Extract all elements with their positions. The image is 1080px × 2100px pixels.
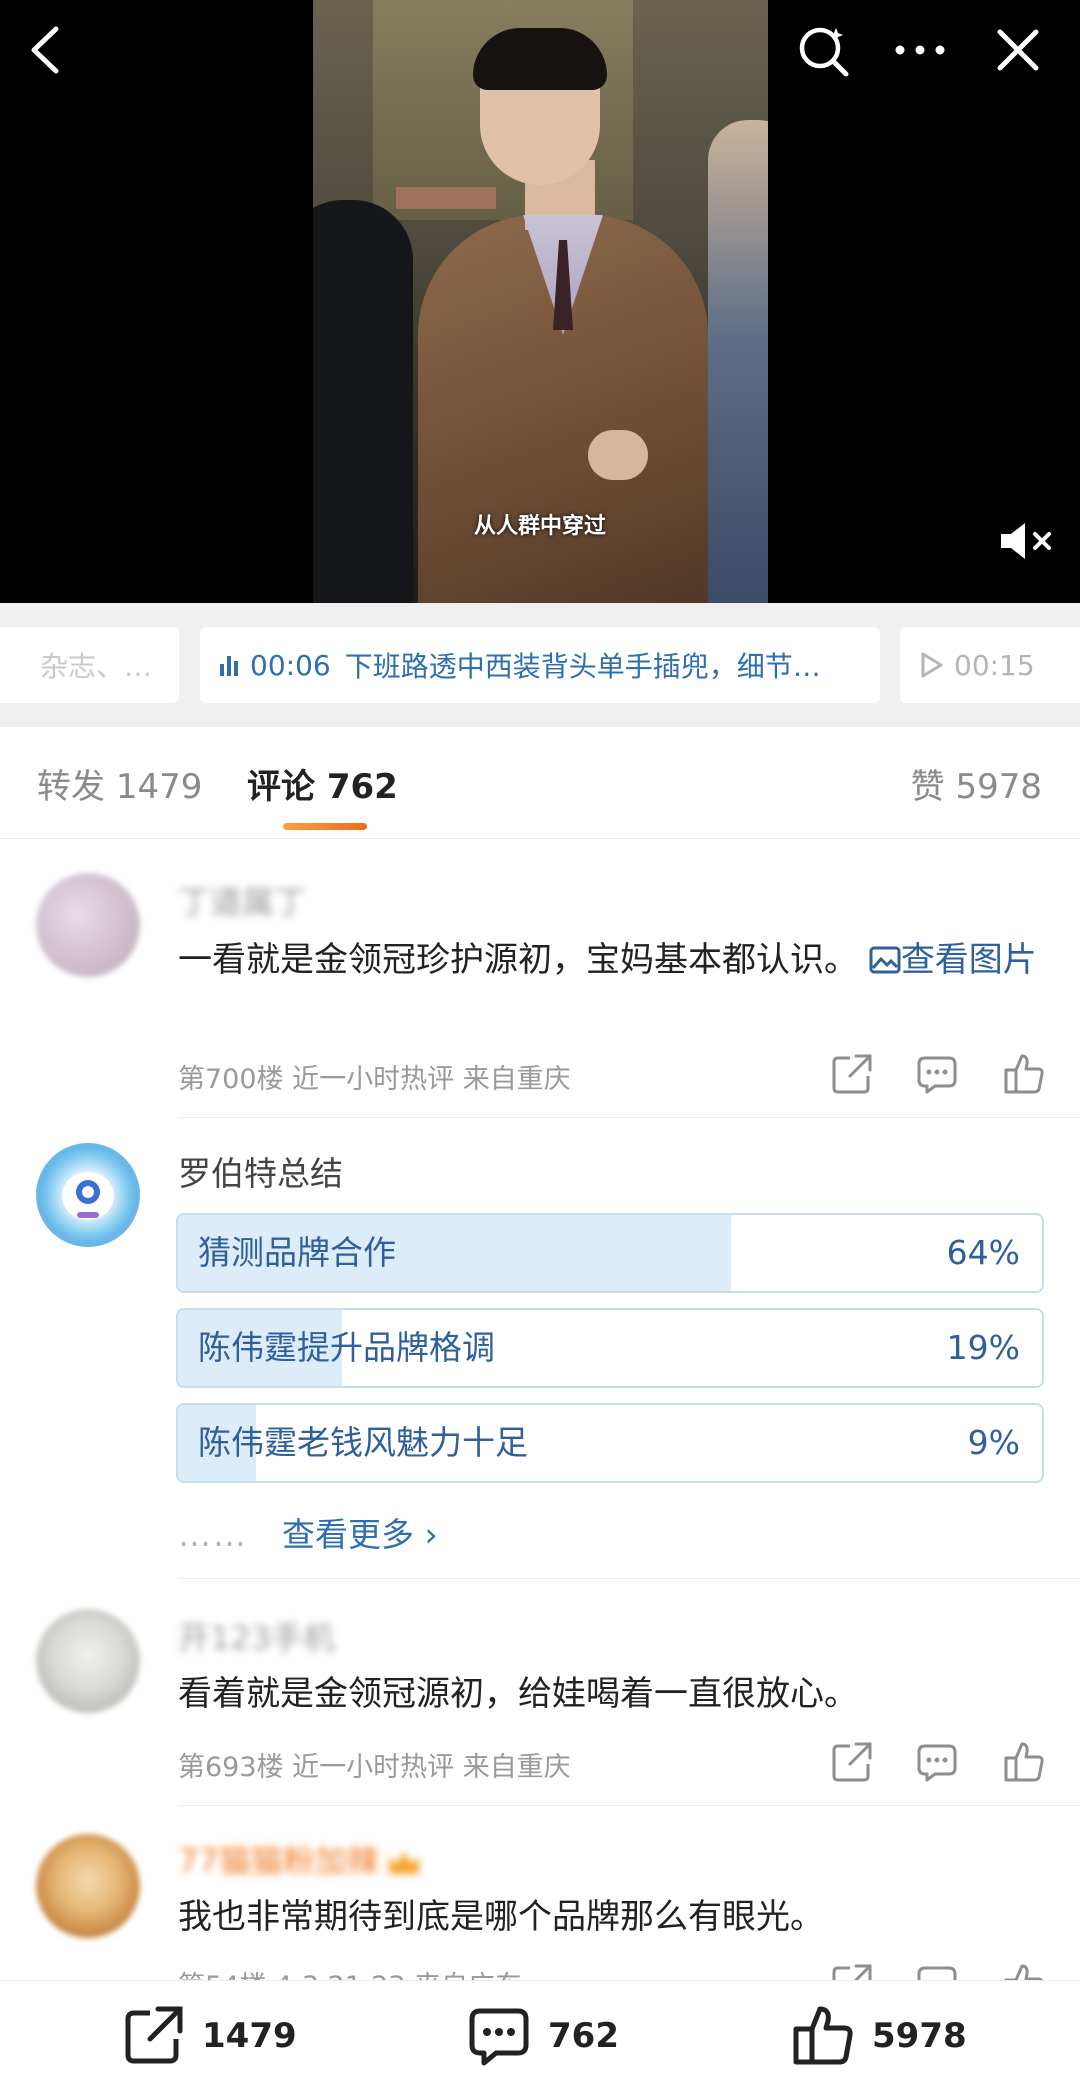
like-icon[interactable] (1002, 1052, 1046, 1096)
back-icon[interactable] (20, 20, 70, 80)
reply-icon[interactable] (915, 1740, 959, 1784)
comment-username[interactable]: 77猫猫粉加辣 (178, 1836, 419, 1882)
comment-divider (178, 1805, 1080, 1806)
reply-icon[interactable] (915, 1052, 959, 1096)
comment-divider (178, 1578, 1080, 1579)
see-more-label: 查看更多 › (282, 1515, 438, 1554)
comment-text: 看着就是金领冠源初，给娃喝着一直很放心。 (178, 1674, 858, 1714)
tab-comment-count: 762 (326, 767, 398, 807)
comment-text-body: 一看就是金领冠珍护源初，宝妈基本都认识。 (178, 940, 858, 980)
tab-repost-count: 1479 (115, 767, 203, 807)
bottom-action-bar: 1479 762 5978 (0, 1980, 1080, 2100)
crown-badge-icon (388, 1852, 419, 1874)
ai-search-icon[interactable] (792, 18, 856, 82)
comment-meta: 第693楼 近一小时热评 来自重庆 (178, 1752, 571, 1783)
poll-option-percent: 19% (946, 1328, 1020, 1367)
robot-avatar[interactable] (36, 1143, 140, 1247)
poll-option[interactable]: 陈伟霆老钱风魅力十足 9% (176, 1403, 1044, 1483)
play-icon (921, 652, 943, 678)
poll-option-label: 陈伟霆提升品牌格调 (198, 1328, 495, 1367)
thumbs-up-icon (793, 2006, 853, 2065)
view-image-link[interactable]: 查看图片 (869, 940, 1037, 980)
summary-title: 罗伯特总结 (178, 1154, 343, 1193)
avatar[interactable] (36, 1609, 140, 1713)
like-icon[interactable] (1002, 1740, 1046, 1784)
repost-count: 1479 (202, 2016, 297, 2056)
image-icon (869, 946, 901, 974)
chapter-active-label: 下班路透中西装背头单手插兜，细节… (344, 650, 821, 683)
comment-username-text: 77猫猫粉加辣 (178, 1842, 379, 1880)
close-icon[interactable] (986, 18, 1050, 82)
avatar[interactable] (36, 873, 140, 977)
tab-comment-label: 评论 (247, 767, 315, 807)
comment-username[interactable]: 丁道属丁 (178, 877, 306, 923)
view-image-label: 查看图片 (900, 940, 1037, 980)
chapter-chip-next[interactable]: 00:15 (900, 627, 1080, 703)
repost-button[interactable]: 1479 (120, 2003, 297, 2069)
poll-option[interactable]: 猜测品牌合作 64% (176, 1213, 1044, 1293)
see-more-dots: …… (178, 1515, 248, 1554)
chapter-active-time: 00:06 (250, 648, 331, 682)
tab-bar: 转发 1479 评论 762 赞 5978 (0, 727, 1080, 839)
poll-option-percent: 9% (967, 1423, 1020, 1462)
video-subtitle: 从人群中穿过 (473, 514, 606, 539)
tab-repost-label: 转发 (37, 767, 105, 807)
tab-like-label: 赞 (910, 767, 945, 807)
chapter-chip-prev[interactable]: 杂志、… (0, 627, 179, 703)
tab-comment[interactable]: 评论 762 (247, 759, 398, 808)
chapter-chip-active[interactable]: 00:06 下班路透中西装背头单手插兜，细节… (200, 627, 880, 703)
poll-option-label: 猜测品牌合作 (198, 1233, 396, 1272)
share-icon[interactable] (830, 1740, 874, 1784)
comment-icon (469, 2008, 529, 2066)
active-tab-indicator (283, 823, 367, 830)
playing-bars-icon (220, 654, 238, 676)
comment-text: 一看就是金领冠珍护源初，宝妈基本都认识。 查看图片 (178, 932, 1038, 988)
like-button[interactable]: 5978 (790, 2003, 967, 2069)
more-icon[interactable] (888, 18, 952, 82)
comment-username[interactable]: 开123手机 (178, 1613, 335, 1659)
poll-option-percent: 64% (946, 1233, 1020, 1272)
chapter-next-time: 00:15 (954, 648, 1035, 682)
tab-repost[interactable]: 转发 1479 (37, 759, 202, 808)
video-player[interactable]: 从人群中穿过 (0, 0, 1080, 603)
comment-text: 我也非常期待到底是哪个品牌那么有眼光。 (178, 1897, 824, 1937)
see-more-link[interactable]: …… 查看更多 › (178, 1508, 438, 1556)
poll-option[interactable]: 陈伟霆提升品牌格调 19% (176, 1308, 1044, 1388)
repost-icon (125, 2006, 183, 2064)
mute-icon[interactable] (996, 516, 1056, 566)
like-count: 5978 (872, 2016, 967, 2056)
avatar[interactable] (36, 1834, 140, 1938)
comment-divider (178, 1117, 1080, 1118)
poll-option-label: 陈伟霆老钱风魅力十足 (198, 1423, 528, 1462)
share-icon[interactable] (830, 1052, 874, 1096)
chapter-prev-label: 杂志、… (40, 650, 153, 683)
tab-like-count: 5978 (955, 767, 1042, 807)
comment-count: 762 (548, 2016, 619, 2056)
tab-like[interactable]: 赞 5978 (911, 759, 1042, 808)
comment-meta: 第700楼 近一小时热评 来自重庆 (178, 1064, 571, 1095)
comment-button[interactable]: 762 (466, 2003, 619, 2069)
robot-face-icon (62, 1172, 114, 1220)
chapter-strip: 杂志、… 00:06 下班路透中西装背头单手插兜，细节… 00:15 (0, 603, 1080, 727)
